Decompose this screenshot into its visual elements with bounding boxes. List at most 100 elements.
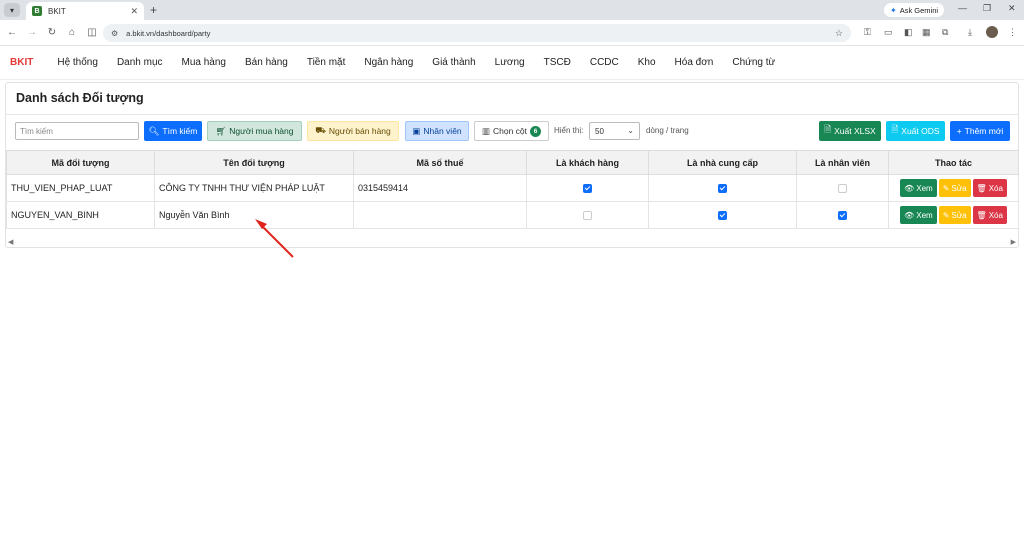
add-new-button[interactable]: + Thêm mới [950,121,1010,141]
filter-seller-button[interactable]: ⛟ Người bán hàng [307,121,399,141]
cell-name: Nguyễn Văn Bình [154,201,354,229]
col-header-tax[interactable]: Mã số thuế [353,150,527,175]
file-excel-icon: 🗎︎ [824,124,832,134]
per-page-label: dòng / trang [646,126,689,135]
nav-tscd[interactable]: TSCĐ [544,57,571,68]
edit-button[interactable]: ✎ Sửa [938,179,971,197]
filter-toolbar: 🔍︎Tìm kiếm 🛒︎Người mua hàng ⛟Người bán h… [6,121,1018,141]
download-icon[interactable]: ⤓ [968,27,972,38]
eye-icon: 👁︎ [904,183,915,193]
app-navbar: BKIT Hệ thống Danh mục Mua hàng Bán hàng… [0,46,1024,80]
view-button[interactable]: 👁︎ Xem [900,179,937,197]
table-row[interactable]: NGUYEN_VAN_BINH Nguyễn Văn Bình 👁︎ Xem ✎ Sử… [6,201,1019,229]
bookmark-star-icon[interactable]: ☆ [835,28,843,39]
nav-mua-hang[interactable]: Mua hàng [182,57,226,68]
trash-icon: 🗑︎ [976,210,987,220]
nav-luong[interactable]: Lương [495,57,525,68]
nav-he-thong[interactable]: Hệ thống [57,57,98,68]
profile-avatar[interactable] [986,26,998,38]
col-header-customer[interactable]: Là khách hàng [526,150,649,175]
view-button[interactable]: 👁︎ Xem [900,206,937,224]
close-tab-icon[interactable]: ✕ [130,6,138,17]
pencil-icon: ✎ [942,183,950,193]
nav-ban-hang[interactable]: Bán hàng [245,57,288,68]
employee-checkbox[interactable] [838,211,847,221]
delete-button[interactable]: 🗑︎ Xóa [972,179,1007,197]
ask-gemini-button[interactable]: ✦ Ask Gemini [884,3,945,17]
home-icon[interactable]: ⌂ [64,27,80,38]
address-bar[interactable]: ⚙ a.bkit.vn/dashboard/party ☆ [103,24,851,42]
brand-logo[interactable]: BKIT [10,57,33,68]
table-row[interactable]: THU_VIEN_PHAP_LUAT CÔNG TY TNHH THƯ VIỆN… [6,174,1019,202]
search-input[interactable] [15,122,139,140]
customer-checkbox[interactable] [583,211,592,221]
close-window-icon[interactable]: ✕ [1008,3,1016,14]
nav-gia-thanh[interactable]: Giá thành [432,57,475,68]
party-table: Mã đối tượng Tên đối tượng Mã số thuế Là… [6,150,1019,229]
nav-chung-tu[interactable]: Chứng từ [732,57,775,68]
eye-icon: 👁︎ [904,210,915,220]
site-info-icon[interactable]: ⚙ [111,29,118,38]
cell-name: CÔNG TY TNHH THƯ VIỆN PHÁP LUẬT [154,174,354,202]
supplier-checkbox[interactable] [718,211,727,221]
col-header-employee[interactable]: Là nhân viên [796,150,889,175]
cell-tax [353,201,527,229]
columns-icon: ▥ [481,125,490,136]
reload-icon[interactable]: ↻ [44,27,60,38]
search-button[interactable]: 🔍︎ Tìm kiếm [144,121,202,141]
pencil-icon: ✎ [942,210,950,220]
filter-employee-button[interactable]: ▣ Nhân viên [405,121,469,141]
choose-columns-button[interactable]: ▥ Chọn cột 6 [474,121,549,141]
col-header-actions: Thao tác [888,150,1019,175]
browser-tab[interactable]: B BKIT ✕ [26,2,144,20]
customer-checkbox[interactable] [583,184,592,194]
cell-code: THU_VIEN_PHAP_LUAT [6,174,155,202]
employee-checkbox[interactable] [838,184,847,194]
page-title: Danh sách Đối tượng [16,91,144,105]
url-text: a.bkit.vn/dashboard/party [126,28,211,38]
chevron-down-icon: ⌄ [627,126,634,135]
nav-tien-mat[interactable]: Tiền mặt [307,57,346,68]
menu-icon[interactable]: ⋮ [1008,27,1017,38]
show-label: Hiển thị: [554,126,584,135]
sidebar-icon[interactable]: ◧ [904,27,913,38]
new-tab-icon[interactable]: + [150,3,157,17]
nav-kho[interactable]: Kho [638,57,656,68]
forward-icon[interactable]: → [24,27,40,38]
delete-button[interactable]: 🗑︎ Xóa [972,206,1007,224]
nav-danh-muc[interactable]: Danh mục [117,57,163,68]
col-header-code[interactable]: Mã đối tượng [6,150,155,175]
scroll-right-icon[interactable]: ▶ [1011,238,1016,246]
supplier-checkbox[interactable] [718,184,727,194]
password-key-icon[interactable]: ⚿ [864,27,871,38]
export-xlsx-button[interactable]: 🗎︎ Xuất XLSX [819,121,881,141]
card-icon[interactable]: ▭ [884,27,893,38]
favicon-icon: B [32,6,42,16]
edit-button[interactable]: ✎ Sửa [938,206,971,224]
puzzle-icon[interactable]: ⧉ [942,27,948,38]
nav-ccdc[interactable]: CCDC [590,57,619,68]
trash-icon: 🗑︎ [976,183,987,193]
col-header-name[interactable]: Tên đối tượng [154,150,354,175]
gemini-icon: ✦ [890,5,897,15]
extension-icon[interactable]: ▦ [922,27,931,38]
horizontal-scrollbar[interactable]: ◀ ▶ [6,236,1018,248]
split-view-icon[interactable]: ◫ [84,27,100,38]
back-icon[interactable]: ← [4,27,20,38]
nav-hoa-don[interactable]: Hóa đơn [675,57,714,68]
scroll-left-icon[interactable]: ◀ [8,238,13,246]
cart-icon: 🛒︎ [215,125,227,136]
col-header-supplier[interactable]: Là nhà cung cấp [648,150,797,175]
party-list-card: Danh sách Đối tượng 🔍︎Tìm kiếm 🛒︎Người m… [5,82,1019,248]
page-size-select[interactable]: 50 ⌄ [589,122,640,140]
minimize-icon[interactable]: — [958,3,967,13]
cell-code: NGUYEN_VAN_BINH [6,201,155,229]
columns-count-badge: 6 [530,125,542,137]
plus-icon: + [956,126,962,136]
export-ods-button[interactable]: 🗎︎ Xuất ODS [886,121,945,141]
restore-icon[interactable]: ❐ [983,3,991,14]
tab-search-icon[interactable]: ▾ [4,3,20,17]
browser-toolbar: ← → ↻ ⌂ ◫ ⚙ a.bkit.vn/dashboard/party ☆ … [0,20,1024,46]
nav-ngan-hang[interactable]: Ngân hàng [364,57,413,68]
filter-buyer-button[interactable]: 🛒︎ Người mua hàng [207,121,302,141]
